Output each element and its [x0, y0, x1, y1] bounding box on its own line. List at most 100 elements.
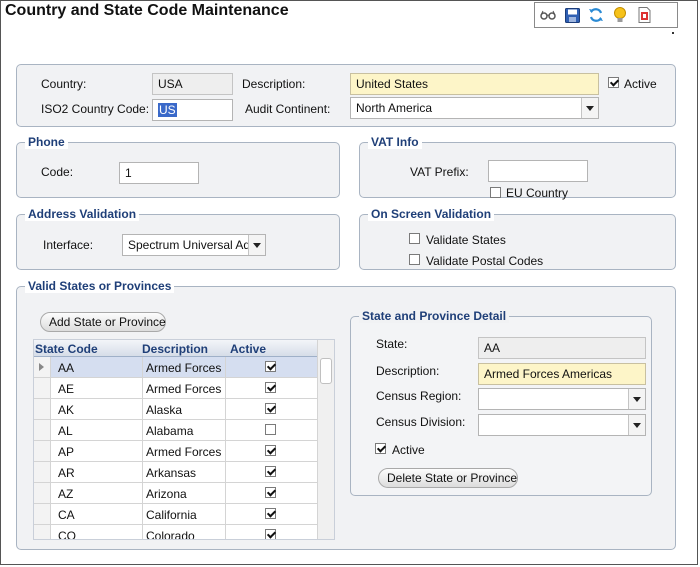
cell-state-code[interactable]: AE: [58, 382, 74, 396]
chevron-down-icon[interactable]: [581, 98, 598, 118]
active-label: Active: [624, 77, 657, 91]
cell-active-checkbox[interactable]: [265, 403, 276, 414]
column-divider: [225, 525, 226, 539]
cell-active-checkbox[interactable]: [265, 424, 276, 435]
cell-state-code[interactable]: AR: [58, 466, 75, 480]
cell-description[interactable]: Alabama: [146, 424, 224, 438]
eu-country-checkbox[interactable]: [490, 187, 501, 198]
cell-active-checkbox[interactable]: [265, 487, 276, 498]
cell-state-code[interactable]: AL: [58, 424, 73, 438]
column-divider: [142, 483, 143, 503]
row-indicator[interactable]: [34, 462, 51, 482]
cell-active-checkbox[interactable]: [265, 361, 276, 372]
validate-states-checkbox[interactable]: [409, 233, 420, 244]
report-icon[interactable]: [635, 6, 653, 24]
cell-active-checkbox[interactable]: [265, 445, 276, 456]
toolbar: [534, 2, 678, 28]
chevron-down-icon[interactable]: [248, 235, 265, 255]
census-division-select[interactable]: [478, 414, 646, 436]
row-indicator[interactable]: [34, 525, 51, 539]
scroll-up-icon[interactable]: [320, 342, 332, 356]
vat-legend: VAT Info: [368, 135, 422, 149]
iso2-label: ISO2 Country Code:: [41, 102, 150, 116]
table-row[interactable]: AK Alaska: [34, 399, 317, 420]
column-divider: [225, 441, 226, 461]
scroll-thumb[interactable]: [320, 358, 332, 384]
table-row[interactable]: AP Armed Forces P: [34, 441, 317, 462]
phone-code-field[interactable]: 1: [119, 162, 199, 184]
active-checkbox[interactable]: [608, 77, 619, 88]
glasses-icon[interactable]: [539, 6, 557, 24]
table-row[interactable]: AE Armed Forces E: [34, 378, 317, 399]
cell-description[interactable]: Arizona: [146, 487, 224, 501]
cell-state-code[interactable]: AK: [58, 403, 74, 417]
state-label: State:: [376, 337, 408, 351]
table-row[interactable]: CO Colorado: [34, 525, 317, 539]
cell-description[interactable]: Alaska: [146, 403, 224, 417]
column-header-description[interactable]: Description: [142, 342, 208, 356]
row-indicator[interactable]: [34, 441, 51, 461]
description-field[interactable]: United States: [350, 73, 599, 95]
cell-state-code[interactable]: CO: [58, 529, 76, 539]
census-region-label: Census Region:: [376, 389, 462, 403]
cell-state-code[interactable]: AZ: [58, 487, 73, 501]
vat-prefix-label: VAT Prefix:: [410, 165, 469, 179]
refresh-icon[interactable]: [587, 6, 605, 24]
state-detail-legend: State and Province Detail: [359, 309, 510, 323]
page-title: Country and State Code Maintenance: [5, 2, 289, 19]
cell-state-code[interactable]: AP: [58, 445, 74, 459]
column-divider: [142, 420, 143, 440]
column-header-active[interactable]: Active: [230, 342, 266, 356]
table-row[interactable]: AR Arkansas: [34, 462, 317, 483]
interface-select[interactable]: Spectrum Universal Add: [122, 234, 266, 256]
row-indicator[interactable]: [34, 357, 51, 377]
chevron-down-icon[interactable]: [628, 389, 645, 409]
detail-active-checkbox[interactable]: [375, 443, 386, 454]
column-divider: [142, 399, 143, 419]
lightbulb-icon[interactable]: [611, 6, 629, 24]
cell-active-checkbox[interactable]: [265, 529, 276, 539]
cell-active-checkbox[interactable]: [265, 466, 276, 477]
vat-prefix-field[interactable]: [488, 160, 588, 182]
cell-description[interactable]: Arkansas: [146, 466, 224, 480]
interface-value: Spectrum Universal Add: [128, 238, 257, 252]
row-indicator[interactable]: [34, 483, 51, 503]
validate-postal-checkbox[interactable]: [409, 254, 420, 265]
delete-state-button[interactable]: Delete State or Province: [378, 468, 518, 488]
column-divider: [142, 504, 143, 524]
cell-description[interactable]: Armed Forces A: [146, 361, 224, 375]
cell-description[interactable]: California: [146, 508, 224, 522]
detail-description-field[interactable]: Armed Forces Americas: [478, 363, 646, 385]
detail-active-label: Active: [392, 443, 425, 457]
valid-states-legend: Valid States or Provinces: [25, 279, 175, 293]
add-state-button[interactable]: Add State or Province: [40, 312, 166, 332]
cell-state-code[interactable]: CA: [58, 508, 75, 522]
column-divider: [225, 504, 226, 524]
column-divider: [225, 420, 226, 440]
table-row[interactable]: AZ Arizona: [34, 483, 317, 504]
save-icon[interactable]: [563, 6, 581, 24]
cell-active-checkbox[interactable]: [265, 382, 276, 393]
cell-description[interactable]: Colorado: [146, 529, 224, 539]
table-row[interactable]: CA California: [34, 504, 317, 525]
interface-label: Interface:: [43, 238, 94, 252]
cell-description[interactable]: Armed Forces P: [146, 445, 224, 459]
row-indicator[interactable]: [34, 399, 51, 419]
cell-active-checkbox[interactable]: [265, 508, 276, 519]
table-row[interactable]: AA Armed Forces A: [34, 357, 317, 378]
iso2-selected-text: US: [158, 103, 177, 117]
row-indicator[interactable]: [34, 504, 51, 524]
census-region-select[interactable]: [478, 388, 646, 410]
cell-state-code[interactable]: AA: [58, 361, 74, 375]
states-grid-header: State Code Description Active: [34, 340, 317, 357]
chevron-down-icon[interactable]: [628, 415, 645, 435]
audit-continent-select[interactable]: North America: [350, 97, 599, 119]
row-indicator[interactable]: [34, 420, 51, 440]
column-header-state-code[interactable]: State Code: [35, 342, 98, 356]
table-row[interactable]: AL Alabama: [34, 420, 317, 441]
iso2-field[interactable]: US: [152, 99, 233, 121]
states-grid-scrollbar[interactable]: [317, 340, 334, 539]
cell-description[interactable]: Armed Forces E: [146, 382, 224, 396]
on-screen-validation-legend: On Screen Validation: [368, 207, 495, 221]
row-indicator[interactable]: [34, 378, 51, 398]
